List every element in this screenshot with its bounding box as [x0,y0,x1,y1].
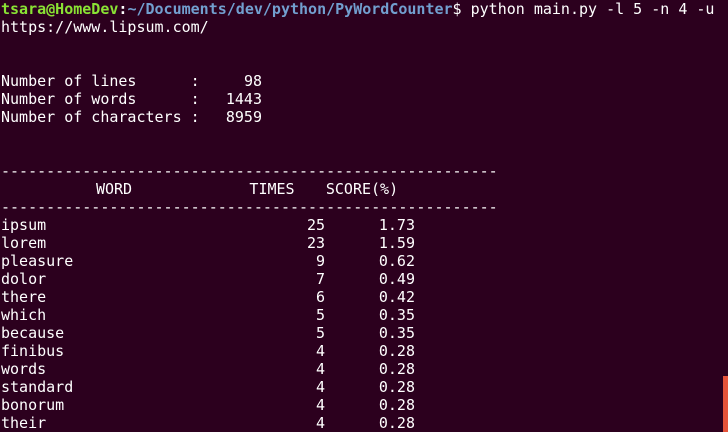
word-cell: their [1,414,47,432]
scrollbar-thumb[interactable] [723,376,728,432]
times-cell: 4 [315,378,325,396]
times-cell: 7 [315,270,325,288]
word-cell: because [1,324,65,342]
score-cell: 0.28 [378,396,415,414]
stat-row: Number of words : 1443 [1,90,719,108]
prompt-symbol: $ [452,0,462,18]
word-cell: bonorum [1,396,65,414]
score-cell: 0.28 [378,342,415,360]
word-cell: lorem [1,234,47,252]
table-row: finibus 4 0.28 [1,342,719,360]
stat-value: 8959 [225,108,262,126]
stat-value: 98 [243,72,262,90]
times-cell: 4 [315,414,325,432]
score-cell: 0.62 [378,252,415,270]
score-cell: 0.35 [378,324,415,342]
prompt-line: tsara@HomeDev:~/Documents/dev/python/PyW… [1,0,719,18]
times-cell: 4 [315,360,325,378]
table-row: which 5 0.35 [1,306,719,324]
stat-row: Number of lines : 98 [1,72,719,90]
word-cell: finibus [1,342,65,360]
stat-label: Number of words : [1,90,200,108]
score-cell: 0.28 [378,360,415,378]
table-separator: ----------------------------------------… [1,198,498,216]
word-cell: standard [1,378,74,396]
header-times: TIMES [249,180,295,198]
times-cell: 5 [315,324,325,342]
stat-value: 1443 [225,90,262,108]
command-text: python main.py -l 5 -n 4 -u [461,0,715,18]
prompt-user-host: tsara@HomeDev [1,0,119,18]
table-row: standard 4 0.28 [1,378,719,396]
stat-label: Number of characters : [1,108,200,126]
table-body: ipsum 25 1.73 lorem 23 1.59 pleasure 9 0.62 dolor… [1,216,719,432]
score-cell: 1.73 [378,216,415,234]
times-cell: 4 [315,396,325,414]
score-cell: 0.35 [378,306,415,324]
table-row: there 6 0.42 [1,288,719,306]
times-cell: 23 [306,234,325,252]
times-cell: 4 [315,342,325,360]
table-row: because 5 0.35 [1,324,719,342]
table-row: words 4 0.28 [1,360,719,378]
terminal-window[interactable]: tsara@HomeDev:~/Documents/dev/python/PyW… [1,0,719,432]
times-cell: 25 [306,216,325,234]
stat-row: Number of characters : 8959 [1,108,719,126]
prompt-path: ~/Documents/dev/python/PyWordCounter [127,0,453,18]
table-separator: ----------------------------------------… [1,162,498,180]
score-cell: 0.28 [378,414,415,432]
scrollbar[interactable] [722,0,728,432]
word-cell: dolor [1,270,47,288]
table-row: ipsum 25 1.73 [1,216,719,234]
header-score: SCORE(%) [325,180,399,198]
header-word: WORD [95,180,133,198]
score-cell: 0.49 [378,270,415,288]
table-row: their 4 0.28 [1,414,719,432]
table-row: bonorum 4 0.28 [1,396,719,414]
table-row: dolor 7 0.49 [1,270,719,288]
score-cell: 0.42 [378,288,415,306]
command-wrap-line: https://www.lipsum.com/ [1,18,209,36]
times-cell: 5 [315,306,325,324]
word-cell: which [1,306,47,324]
times-cell: 9 [315,252,325,270]
score-cell: 1.59 [378,234,415,252]
table-row: lorem 23 1.59 [1,234,719,252]
table-row: pleasure 9 0.62 [1,252,719,270]
times-cell: 6 [315,288,325,306]
word-cell: ipsum [1,216,47,234]
score-cell: 0.28 [378,378,415,396]
table-header: WORD TIMES SCORE(%) [1,180,719,198]
word-cell: pleasure [1,252,74,270]
word-cell: there [1,288,47,306]
word-cell: words [1,360,47,378]
stat-label: Number of lines : [1,72,200,90]
